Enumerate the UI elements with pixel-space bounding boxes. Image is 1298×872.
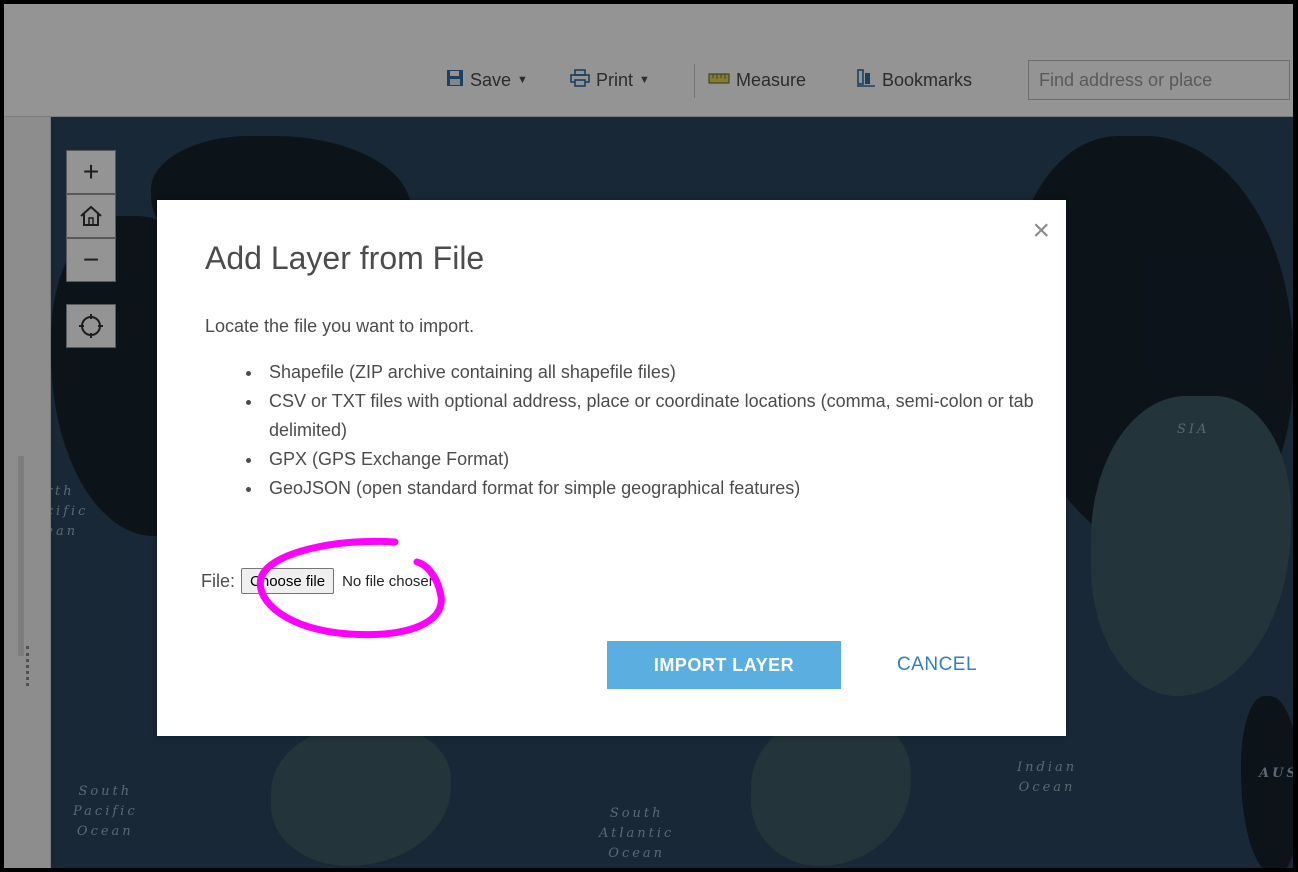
choose-file-button[interactable]: Choose file — [241, 568, 335, 594]
dialog-intro: Locate the file you want to import. — [205, 316, 475, 336]
cancel-button[interactable]: CANCEL — [877, 641, 997, 689]
file-status: No file chosen — [342, 572, 438, 590]
list-item: CSV or TXT files with optional address, … — [263, 387, 1043, 445]
import-layer-button[interactable]: IMPORT LAYER — [607, 641, 841, 689]
list-item: GeoJSON (open standard format for simple… — [263, 474, 1043, 503]
format-list: Shapefile (ZIP archive containing all sh… — [243, 358, 1043, 503]
list-item: Shapefile (ZIP archive containing all sh… — [263, 358, 1043, 387]
app-frame: orth acific cean South Pacific Ocean Sou… — [4, 4, 1293, 868]
dialog-title: Add Layer from File — [205, 240, 485, 276]
add-layer-dialog: × Add Layer from File Locate the file yo… — [157, 200, 1066, 736]
file-input-row: File: Choose file No file chosen — [201, 568, 437, 594]
file-label: File: — [201, 570, 236, 591]
close-icon[interactable]: × — [1032, 216, 1050, 246]
list-item: GPX (GPS Exchange Format) — [263, 445, 1043, 474]
